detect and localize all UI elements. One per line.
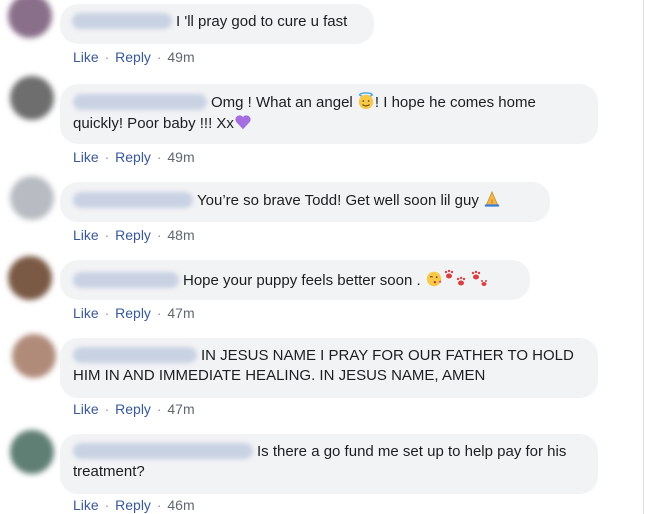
like-link[interactable]: Like (73, 227, 99, 243)
commenter-name[interactable] (73, 94, 207, 110)
comment-text: Omg ! What an angel (211, 94, 357, 111)
comment-timestamp[interactable]: 49m (167, 49, 194, 65)
comment-actions: Like · Reply · 47m (73, 304, 195, 322)
panel-edge (643, 0, 644, 514)
like-link[interactable]: Like (73, 49, 99, 65)
separator-dot: · (104, 497, 110, 513)
comment-bubble: Hope your puppy feels better soon . (60, 260, 530, 300)
halo-face-emoji (358, 92, 374, 110)
separator-dot: · (104, 149, 110, 165)
avatar[interactable] (8, 256, 52, 300)
like-link[interactable]: Like (73, 149, 99, 165)
like-link[interactable]: Like (73, 401, 99, 417)
separator-dot: · (156, 497, 162, 513)
commenter-name[interactable] (73, 443, 253, 459)
separator-dot: · (156, 149, 162, 165)
comment-timestamp[interactable]: 47m (167, 305, 194, 321)
comment-timestamp[interactable]: 48m (167, 227, 194, 243)
kiss-face-emoji (426, 271, 442, 287)
commenter-name[interactable] (73, 192, 193, 208)
avatar[interactable] (12, 334, 56, 378)
separator-dot: · (104, 305, 110, 321)
comment-actions: Like · Reply · 48m (73, 226, 195, 244)
comment-text: You’re so brave Todd! Get well soon lil … (197, 192, 484, 209)
comment-timestamp[interactable]: 46m (167, 497, 194, 513)
praying-hands-emoji (484, 190, 500, 207)
reply-link[interactable]: Reply (115, 305, 151, 321)
avatar[interactable] (10, 430, 54, 474)
comment-actions: Like · Reply · 49m (73, 148, 195, 166)
avatar[interactable] (10, 76, 54, 120)
comment-bubble: IN JESUS NAME I PRAY FOR OUR FATHER TO H… (60, 338, 598, 398)
reply-link[interactable]: Reply (115, 149, 151, 165)
separator-dot: · (104, 49, 110, 65)
reply-link[interactable]: Reply (115, 49, 151, 65)
reply-link[interactable]: Reply (115, 227, 151, 243)
commenter-name[interactable] (73, 347, 197, 363)
like-link[interactable]: Like (73, 305, 99, 321)
separator-dot: · (156, 49, 162, 65)
comment-bubble: I 'll pray god to cure u fast (60, 4, 374, 44)
comment-timestamp[interactable]: 49m (167, 149, 194, 165)
separator-dot: · (104, 227, 110, 243)
comment-bubble: Is there a go fund me set up to help pay… (60, 434, 598, 494)
comment-actions: Like · Reply · 47m (73, 400, 195, 418)
commenter-name[interactable] (73, 272, 179, 288)
separator-dot: · (104, 401, 110, 417)
comment-actions: Like · Reply · 46m (73, 496, 195, 514)
comment-bubble: Omg ! What an angel ! I hope he comes ho… (60, 84, 598, 144)
reply-link[interactable]: Reply (115, 401, 151, 417)
comment-actions: Like · Reply · 49m (73, 48, 195, 66)
reply-link[interactable]: Reply (115, 497, 151, 513)
comment-text: Hope your puppy feels better soon . (183, 272, 425, 289)
comment-timestamp[interactable]: 47m (167, 401, 194, 417)
paw-prints-emoji (444, 269, 487, 286)
purple-heart-emoji (235, 115, 251, 130)
avatar[interactable] (10, 176, 54, 220)
separator-dot: · (156, 227, 162, 243)
separator-dot: · (156, 305, 162, 321)
like-link[interactable]: Like (73, 497, 99, 513)
comment-text: I 'll pray god to cure u fast (176, 13, 348, 30)
separator-dot: · (156, 401, 162, 417)
comment-bubble: You’re so brave Todd! Get well soon lil … (60, 182, 550, 222)
avatar[interactable] (8, 0, 52, 38)
commenter-name[interactable] (72, 13, 172, 29)
